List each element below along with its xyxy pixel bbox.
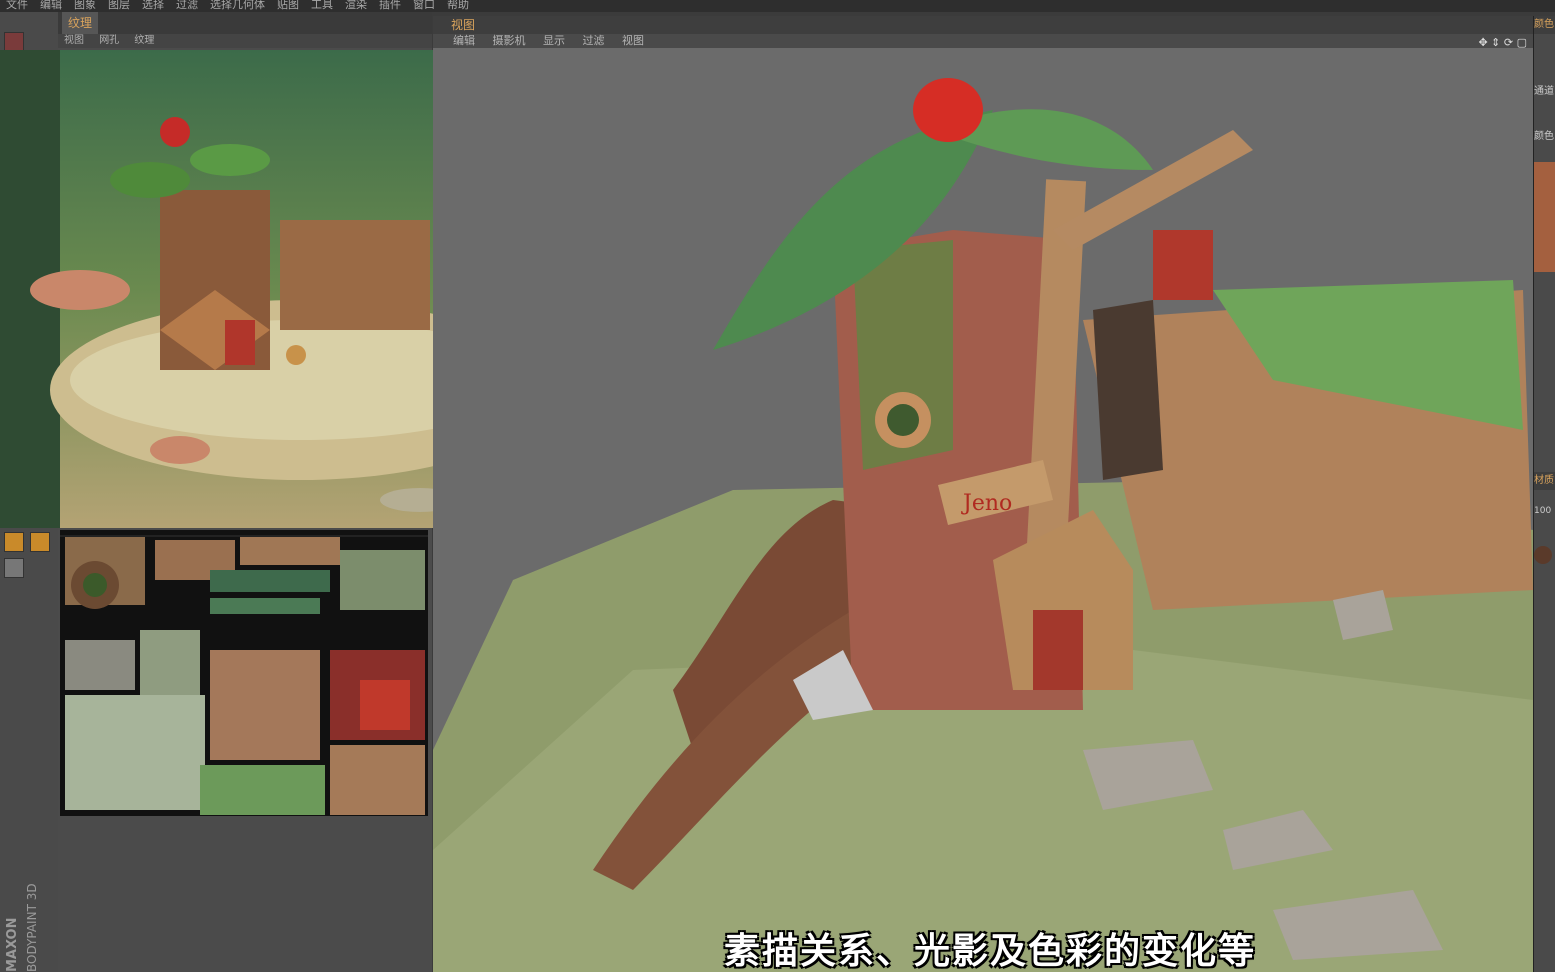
- texture-menu-view[interactable]: 视图: [64, 35, 84, 46]
- right-panel-color-label: 颜色: [1534, 131, 1554, 142]
- texture-panel-menu: 视图 网孔 纹理: [58, 34, 432, 48]
- menu-tools[interactable]: 工具: [311, 0, 333, 10]
- viewport-menu-display[interactable]: 显示: [543, 34, 565, 47]
- viewport-menu-camera[interactable]: 摄影机: [493, 34, 526, 47]
- viewport-menu-view[interactable]: 视图: [622, 34, 644, 47]
- menu-map[interactable]: 贴图: [277, 0, 299, 10]
- viewport-nav-icons[interactable]: ✥ ⇕ ⟳ ▢: [1478, 36, 1527, 49]
- 3d-viewport[interactable]: 视图 编辑 摄影机 显示 过滤 视图 ✥ ⇕ ⟳ ▢ Jeno: [433, 16, 1533, 972]
- menu-file[interactable]: 文件: [6, 0, 28, 10]
- texture-menu-texture[interactable]: 纹理: [134, 35, 154, 46]
- bodypaint-logo: MAXON BODYPAINT 3D: [5, 883, 39, 972]
- paint-tool-icon[interactable]: [4, 532, 24, 552]
- video-subtitle: 素描关系、光影及色彩的变化等: [723, 931, 1256, 972]
- menu-filter[interactable]: 过滤: [176, 0, 198, 10]
- right-panel: 颜色 通道 颜色 材质 100: [1533, 16, 1555, 972]
- menu-select[interactable]: 选择: [142, 0, 164, 10]
- menu-select-geometry[interactable]: 选择几何体: [210, 0, 265, 10]
- menu-render[interactable]: 渲染: [345, 0, 367, 10]
- tree-house-model: Jeno: [433, 78, 1533, 972]
- right-panel-channel-label: 通道: [1534, 86, 1554, 97]
- uv-texture-canvas[interactable]: [60, 530, 428, 816]
- menu-bar: 文件 编辑 图象 图层 选择 过滤 选择几何体 贴图 工具 渲染 插件 窗口 帮助: [0, 0, 1555, 12]
- texture-panel-header: 纹理: [58, 12, 432, 34]
- viewport-menu-filter[interactable]: 过滤: [583, 34, 605, 47]
- menu-plugins[interactable]: 插件: [379, 0, 401, 10]
- magnet-icon[interactable]: [4, 558, 24, 578]
- menu-edit[interactable]: 编辑: [40, 0, 62, 10]
- right-panel-color-tab[interactable]: 颜色: [1534, 16, 1555, 34]
- viewport-header: 视图: [433, 16, 1533, 34]
- svg-text:BODYPAINT 3D: BODYPAINT 3D: [25, 883, 39, 972]
- material-preview-icon[interactable]: [1534, 546, 1552, 564]
- color-swatch[interactable]: [1534, 162, 1555, 272]
- svg-text:MAXON: MAXON: [5, 918, 20, 972]
- name-sign-text: Jeno: [961, 491, 1012, 516]
- rotate-tool-icon[interactable]: [30, 532, 50, 552]
- opacity-value[interactable]: 100: [1534, 506, 1555, 516]
- menu-help[interactable]: 帮助: [447, 0, 469, 10]
- menu-image[interactable]: 图象: [74, 0, 96, 10]
- viewport-menu: 编辑 摄影机 显示 过滤 视图: [433, 34, 1533, 48]
- tab-view[interactable]: 视图: [451, 18, 475, 32]
- menu-window[interactable]: 窗口: [413, 0, 435, 10]
- viewport-menu-edit[interactable]: 编辑: [453, 34, 475, 47]
- tab-texture[interactable]: 纹理: [62, 12, 99, 34]
- menu-layer[interactable]: 图层: [108, 0, 130, 10]
- right-panel-material-tab[interactable]: 材质: [1534, 472, 1555, 490]
- texture-menu-mesh[interactable]: 网孔: [99, 35, 119, 46]
- layout-icon[interactable]: [4, 32, 24, 52]
